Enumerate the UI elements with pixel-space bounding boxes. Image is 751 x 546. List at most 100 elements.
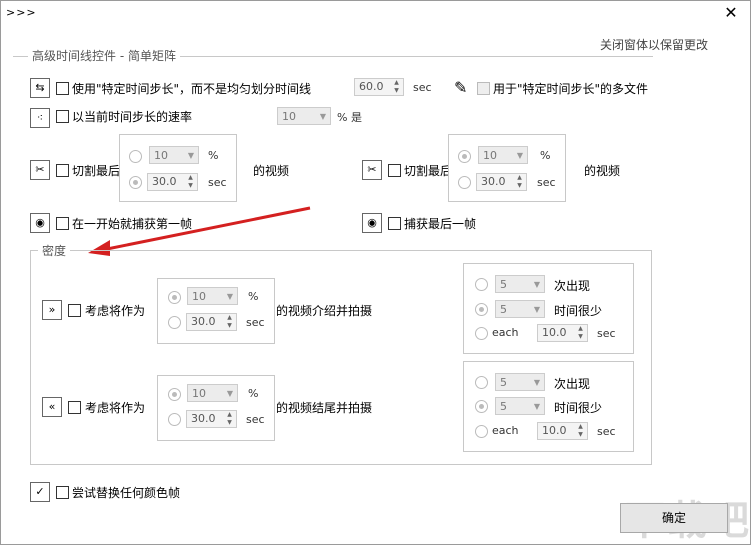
outro-pct-radio[interactable] (168, 388, 181, 401)
chevron-down-icon: ▼ (533, 378, 540, 387)
outro-few-label: 时间很少 (554, 401, 603, 415)
outro-pct-unit: % (248, 387, 259, 400)
chevron-down-icon: ▼ (187, 151, 194, 160)
intro-pct-radio[interactable] (168, 291, 181, 304)
intro-times-select[interactable]: 5 ▼ (495, 275, 545, 293)
cut-left-sec-spinner[interactable]: 30.0 ▲ ▼ (147, 173, 198, 191)
scissors-icon: ✂ (30, 160, 50, 180)
cut-right-checkbox[interactable] (388, 164, 401, 177)
eye-icon: ◉ (30, 213, 50, 233)
spinner-arrows[interactable]: ▲ ▼ (186, 174, 195, 190)
timestep-unit: sec (413, 81, 432, 94)
outro-pct-value: 10 (192, 387, 206, 400)
outro-times-radio[interactable] (475, 376, 488, 389)
outro-few-value: 5 (500, 400, 507, 413)
intro-sec-radio[interactable] (168, 316, 181, 329)
spinner-arrows[interactable]: ▲ ▼ (576, 325, 585, 341)
specific-timestep-checkbox[interactable] (56, 82, 69, 95)
outro-few-radio[interactable] (475, 400, 488, 413)
intro-each-spinner[interactable]: 10.0 ▲ ▼ (537, 324, 588, 342)
cut-left-sec-value: 30.0 (152, 175, 177, 188)
cut-right-pct-unit: % (540, 149, 551, 162)
advanced-legend: 高级时间线控件 - 简单矩阵 (28, 47, 180, 64)
ok-button[interactable]: 确定 (620, 503, 728, 533)
cut-left-pct-select[interactable]: 10 ▼ (149, 146, 199, 164)
spinner-arrows[interactable]: ▲ ▼ (225, 411, 234, 427)
outro-suffix: 的视频结尾并拍摄 (276, 401, 373, 415)
cut-left-options (119, 134, 237, 202)
chevron-down-icon: ▼ (533, 305, 540, 314)
cut-right-sec-radio[interactable] (458, 176, 471, 189)
replace-color-label: 尝试替换任何颜色帧 (72, 486, 181, 500)
multi-file-checkbox[interactable] (477, 82, 490, 95)
intro-pct-select[interactable]: 10 ▼ (187, 287, 238, 305)
intro-each-radio[interactable] (475, 327, 488, 340)
timestep-value: 60.0 (359, 80, 384, 93)
outro-each-label: each (492, 424, 519, 437)
intro-sec-spinner[interactable]: 30.0 ▲ ▼ (186, 313, 237, 331)
spinner-arrows[interactable]: ▲ ▼ (392, 79, 401, 95)
spinner-arrows[interactable]: ▲ ▼ (576, 423, 585, 439)
outro-checkbox[interactable] (68, 401, 81, 414)
multi-file-label: 用于"特定时间步长"的多文件 (493, 82, 649, 96)
double-chevron-right-icon: » (42, 300, 62, 320)
cut-left-label: 切割最后 (72, 164, 121, 178)
window-title: >>> (6, 6, 37, 19)
intro-each-value: 10.0 (542, 326, 567, 339)
intro-pct-value: 10 (192, 290, 206, 303)
rate-value: 10 (282, 110, 296, 123)
outro-each-radio[interactable] (475, 425, 488, 438)
hint-text: 关闭窗体以保留更改 (600, 38, 709, 52)
rate-checkbox[interactable] (56, 110, 69, 123)
intro-checkbox[interactable] (68, 304, 81, 317)
outro-sec-unit: sec (246, 413, 265, 426)
intro-few-radio[interactable] (475, 303, 488, 316)
outro-few-select[interactable]: 5 ▼ (495, 397, 545, 415)
pen-icon: ✎ (454, 78, 468, 97)
specific-timestep-label: 使用"特定时间步长"，而不是均匀划分时间线 (72, 82, 312, 96)
cut-left-checkbox[interactable] (56, 164, 69, 177)
intro-few-select[interactable]: 5 ▼ (495, 300, 545, 318)
outro-sec-radio[interactable] (168, 413, 181, 426)
cut-right-pct-select[interactable]: 10 ▼ (478, 146, 528, 164)
outro-each-spinner[interactable]: 10.0 ▲ ▼ (537, 422, 588, 440)
outro-sec-spinner[interactable]: 30.0 ▲ ▼ (186, 410, 237, 428)
spinner-arrows[interactable]: ▲ ▼ (225, 314, 234, 330)
capture-first-checkbox[interactable] (56, 217, 69, 230)
intro-few-label: 时间很少 (554, 304, 603, 318)
cut-right-sec-spinner[interactable]: 30.0 ▲ ▼ (476, 173, 527, 191)
cut-right-pct-value: 10 (483, 149, 497, 162)
cut-right-label: 切割最后 (404, 164, 453, 178)
capture-last-checkbox[interactable] (388, 217, 401, 230)
rate-unit: % 是 (337, 111, 362, 124)
close-button[interactable]: ✕ (718, 2, 744, 24)
intro-times-radio[interactable] (475, 278, 488, 291)
capture-last-label: 捕获最后一帧 (404, 217, 477, 231)
check-circle-icon: ✓ (30, 482, 50, 502)
outro-times-select[interactable]: 5 ▼ (495, 373, 545, 391)
outro-label: 考虑将作为 (85, 401, 146, 415)
intro-sec-unit: sec (246, 316, 265, 329)
outro-times-value: 5 (500, 376, 507, 389)
rate-select[interactable]: 10 ▼ (277, 107, 331, 125)
cut-left-pct-radio[interactable] (129, 150, 142, 163)
outro-pct-select[interactable]: 10 ▼ (187, 384, 238, 402)
spinner-arrows[interactable]: ▲ ▼ (515, 174, 524, 190)
chevron-down-icon: ▼ (533, 280, 540, 289)
intro-sec-value: 30.0 (191, 315, 216, 328)
replace-color-checkbox[interactable] (56, 486, 69, 499)
chevron-down-icon: ▼ (533, 402, 540, 411)
cut-right-suffix: 的视频 (584, 164, 621, 178)
eye-icon: ◉ (362, 213, 382, 233)
chevron-down-icon: ▼ (226, 292, 233, 301)
cut-left-sec-radio[interactable] (129, 176, 142, 189)
timestep-spinner[interactable]: 60.0 ▲ ▼ (354, 78, 404, 96)
cut-left-pct-value: 10 (154, 149, 168, 162)
cut-left-suffix: 的视频 (253, 164, 290, 178)
outro-each-unit: sec (597, 425, 616, 438)
cut-right-options (448, 134, 566, 202)
cut-right-pct-radio[interactable] (458, 150, 471, 163)
cut-left-sec-unit: sec (208, 176, 227, 189)
density-legend: 密度 (38, 242, 71, 259)
intro-each-unit: sec (597, 327, 616, 340)
